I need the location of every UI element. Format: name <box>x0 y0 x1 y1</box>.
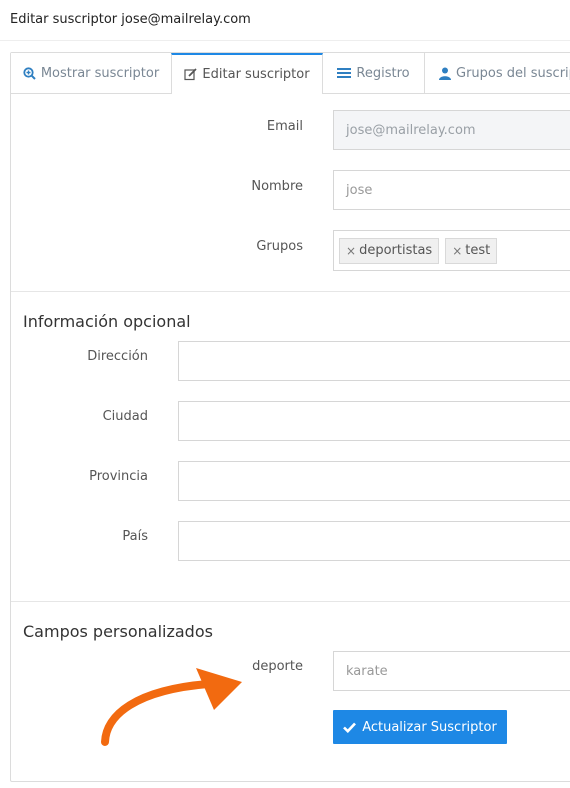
divider <box>0 40 570 41</box>
direccion-field[interactable] <box>178 341 570 381</box>
optional-info-heading: Información opcional <box>23 312 191 331</box>
custom-fields-heading: Campos personalizados <box>23 622 213 641</box>
check-icon <box>343 722 357 733</box>
group-tag: × deportistas <box>339 237 440 264</box>
tab-bar: Mostrar suscriptor Editar suscriptor Reg… <box>11 53 570 94</box>
nombre-field[interactable]: jose <box>333 170 570 210</box>
ciudad-field[interactable] <box>178 401 570 441</box>
group-tag-label: test <box>465 243 491 258</box>
update-button-label: Actualizar Suscriptor <box>362 719 497 735</box>
divider <box>11 291 570 292</box>
grupos-tag-input[interactable]: × deportistas × test <box>333 230 570 271</box>
direccion-label: Dirección <box>87 349 148 364</box>
update-subscriber-button[interactable]: Actualizar Suscriptor <box>333 710 507 744</box>
provincia-label: Provincia <box>89 469 148 484</box>
tab-mostrar-suscriptor[interactable]: Mostrar suscriptor <box>11 53 172 93</box>
page-title: Editar suscriptor jose@mailrelay.com <box>10 12 251 27</box>
list-icon <box>337 67 352 79</box>
edit-icon <box>184 68 198 81</box>
grupos-label: Grupos <box>256 239 303 254</box>
remove-tag-icon[interactable]: × <box>452 244 462 258</box>
email-label: Email <box>266 119 303 134</box>
email-field[interactable]: jose@mailrelay.com <box>333 110 570 150</box>
remove-tag-icon[interactable]: × <box>346 244 356 258</box>
tab-registro[interactable]: Registro <box>323 53 425 93</box>
tab-label: Editar suscriptor <box>202 67 310 82</box>
deporte-field[interactable]: karate <box>333 651 570 691</box>
tab-editar-suscriptor[interactable]: Editar suscriptor <box>171 53 323 94</box>
pais-label: País <box>122 529 148 544</box>
tab-label: Registro <box>356 65 410 81</box>
group-tag: × test <box>445 237 498 264</box>
tab-label: Mostrar suscriptor <box>40 65 160 81</box>
orange-arrow-annotation <box>101 668 242 746</box>
zoom-in-icon <box>23 66 36 80</box>
ciudad-label: Ciudad <box>102 409 148 424</box>
provincia-field[interactable] <box>178 461 570 501</box>
tab-grupos-del-suscriptor[interactable]: Grupos del suscrip <box>425 53 570 93</box>
user-icon <box>439 67 451 80</box>
tab-label: Grupos del suscrip <box>456 65 570 81</box>
divider <box>11 601 570 602</box>
pais-field[interactable] <box>178 521 570 561</box>
group-tag-label: deportistas <box>359 243 433 258</box>
nombre-label: Nombre <box>251 179 303 194</box>
